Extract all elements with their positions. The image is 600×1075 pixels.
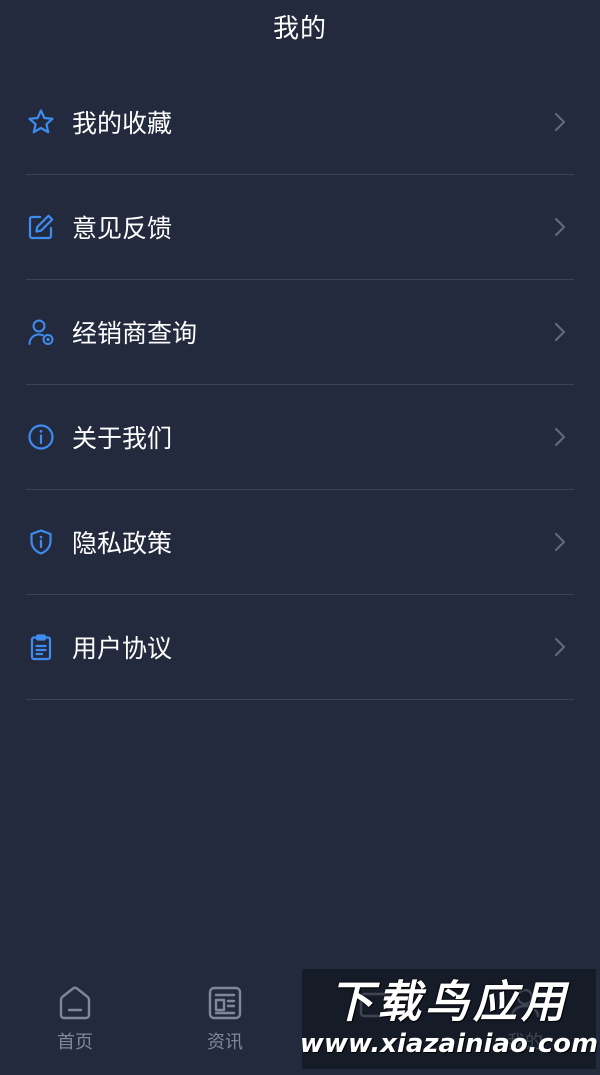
edit-icon — [26, 212, 56, 242]
tab-label: 资讯 — [207, 1032, 243, 1053]
menu-item-feedback[interactable]: 意见反馈 — [26, 175, 574, 280]
info-icon — [26, 422, 56, 452]
watermark-title: 下载鸟应用 — [329, 977, 569, 1028]
news-icon — [206, 984, 244, 1026]
page-title: 我的 — [272, 13, 327, 44]
watermark-overlay: 下载鸟应用 www.xiazainiao.com — [299, 969, 599, 1069]
menu-item-privacy-policy[interactable]: 隐私政策 — [26, 490, 574, 595]
chevron-right-icon — [550, 112, 570, 132]
menu-item-user-agreement[interactable]: 用户协议 — [26, 595, 574, 700]
menu-item-label: 我的收藏 — [72, 109, 173, 138]
tab-label: 首页 — [57, 1032, 93, 1053]
clipboard-icon — [26, 632, 56, 662]
menu-item-dealer-search[interactable]: 经销商查询 — [26, 280, 574, 385]
chevron-right-icon — [550, 322, 570, 342]
menu-item-label: 用户协议 — [72, 634, 173, 663]
menu-item-label: 关于我们 — [72, 424, 173, 453]
chevron-right-icon — [550, 427, 570, 447]
home-icon — [56, 984, 94, 1026]
user-settings-icon — [26, 317, 56, 347]
menu-item-favorites[interactable]: 我的收藏 — [26, 70, 574, 175]
menu-item-about-us[interactable]: 关于我们 — [26, 385, 574, 490]
chevron-right-icon — [550, 217, 570, 237]
menu-item-label: 意见反馈 — [72, 214, 173, 243]
menu-item-label: 经销商查询 — [72, 319, 198, 348]
shield-icon — [26, 527, 56, 557]
page-header: 我的 — [0, 0, 600, 52]
watermark-url: www.xiazainiao.com — [299, 1029, 599, 1059]
chevron-right-icon — [550, 532, 570, 552]
star-icon — [26, 107, 56, 137]
settings-menu: 我的收藏 意见反馈 经销商查询 关于我们 隐私政策 用户协议 — [26, 70, 574, 700]
menu-item-label: 隐私政策 — [72, 529, 173, 558]
chevron-right-icon — [550, 637, 570, 657]
tab-home[interactable]: 首页 — [0, 970, 150, 1075]
tab-news[interactable]: 资讯 — [150, 970, 300, 1075]
